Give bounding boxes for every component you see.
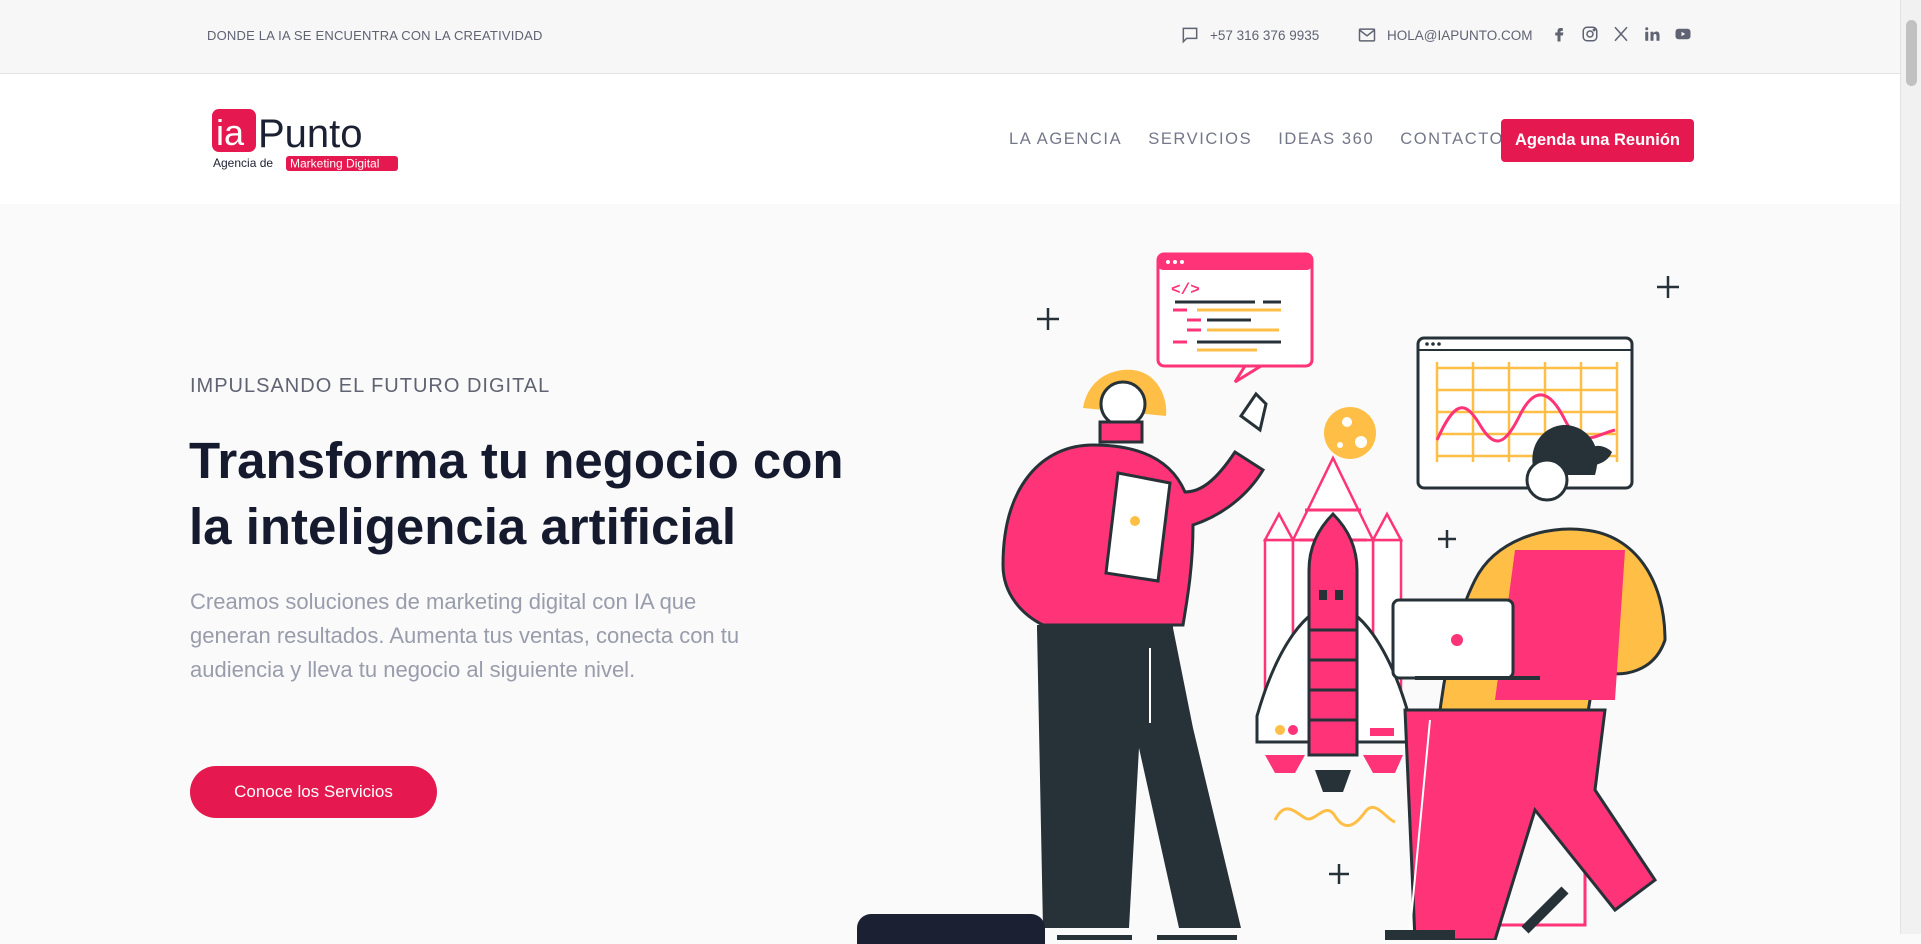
email-address[interactable]: HOLA@IAPUNTO.COM xyxy=(1387,28,1532,43)
nav-la-agencia[interactable]: LA AGENCIA xyxy=(1009,130,1122,149)
chat-icon xyxy=(1182,27,1198,44)
nav-ideas-360[interactable]: IDEAS 360 xyxy=(1278,130,1374,149)
facebook-icon[interactable] xyxy=(1549,24,1569,44)
instagram-icon[interactable] xyxy=(1580,24,1600,44)
svg-text:Marketing Digital: Marketing Digital xyxy=(290,157,379,171)
main-nav: LA AGENCIA SERVICIOS IDEAS 360 CONTACTO xyxy=(1009,130,1530,149)
top-bar: DONDE LA IA SE ENCUENTRA CON LA CREATIVI… xyxy=(0,0,1900,74)
hero-eyebrow: IMPULSANDO EL FUTURO DIGITAL xyxy=(190,375,551,397)
phone-contact[interactable]: +57 316 376 9935 xyxy=(1180,25,1319,45)
woman-standing-illustration xyxy=(1001,369,1268,940)
hero-description: Creamos soluciones de marketing digital … xyxy=(190,589,740,682)
phone-number[interactable]: +57 316 376 9935 xyxy=(1210,28,1319,43)
schedule-meeting-button[interactable]: Agenda una Reunión xyxy=(1501,119,1694,162)
hero-illustration: </> xyxy=(1001,252,1679,940)
linkedin-icon[interactable] xyxy=(1642,24,1662,44)
hero-section: IMPULSANDO EL FUTURO DIGITAL Transforma … xyxy=(0,204,1900,940)
code-window-illustration: </> xyxy=(1156,252,1314,384)
tagline: DONDE LA IA SE ENCUENTRA CON LA CREATIVI… xyxy=(207,28,543,43)
rocket-illustration xyxy=(1255,455,1411,827)
scroll-thumb[interactable] xyxy=(1906,20,1917,86)
hero-title: Transforma tu negocio con la inteligenci… xyxy=(189,432,844,555)
youtube-icon[interactable] xyxy=(1673,24,1693,44)
chart-window-illustration xyxy=(1416,336,1634,490)
svg-text:ia: ia xyxy=(216,112,245,153)
svg-text:Punto: Punto xyxy=(258,112,363,156)
nav-servicios[interactable]: SERVICIOS xyxy=(1148,130,1252,149)
svg-text:Agencia de: Agencia de xyxy=(213,156,273,170)
cookie-widget-tab[interactable] xyxy=(857,914,1045,944)
nav-contacto[interactable]: CONTACTO xyxy=(1400,130,1504,149)
x-icon[interactable] xyxy=(1611,24,1631,44)
svg-text:</>: </> xyxy=(1171,281,1200,299)
site-header: ia Punto Agencia de Marketing Digital LA… xyxy=(0,74,1900,204)
email-contact[interactable]: HOLA@IAPUNTO.COM xyxy=(1357,25,1532,45)
mail-icon xyxy=(1358,28,1376,42)
woman-sitting-illustration xyxy=(1385,425,1667,940)
social-links xyxy=(1549,24,1693,44)
scrollbar[interactable] xyxy=(1900,0,1921,934)
services-button[interactable]: Conoce los Servicios xyxy=(190,766,437,818)
iapunto-logo[interactable]: ia Punto Agencia de Marketing Digital xyxy=(210,109,400,175)
